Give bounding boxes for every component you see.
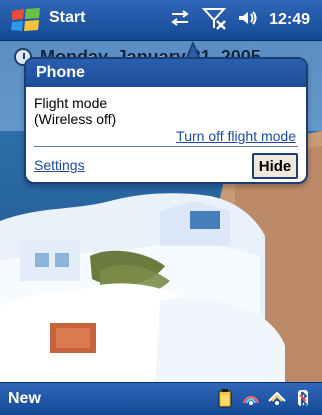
popup-pointer-fill [188,45,198,57]
popup-divider [34,146,298,147]
start-icon[interactable] [10,8,42,32]
status-area: 12:49 [169,7,310,33]
popup-title: Phone [26,59,306,87]
settings-link[interactable]: Settings [34,157,85,173]
hide-button[interactable]: Hide [252,153,298,179]
system-tray [214,387,314,409]
volume-icon[interactable] [237,8,259,33]
start-label[interactable]: Start [49,9,85,27]
clock-time[interactable]: 12:49 [269,11,310,29]
flight-mode-line: Flight mode [34,95,108,111]
turn-off-flight-mode-link[interactable]: Turn off flight mode [176,128,296,144]
wifi-icon[interactable] [266,387,288,409]
bluetooth-icon[interactable] [292,387,314,409]
battery-icon[interactable] [214,387,236,409]
sync-icon[interactable] [169,8,191,33]
top-navigation-bar: Start 12:49 [0,0,322,41]
flight-mode-message: Flight mode (Wireless off) [34,95,116,127]
connectivity-icon[interactable] [240,387,262,409]
wireless-off-line: (Wireless off) [34,111,117,127]
new-button[interactable]: New [8,390,41,408]
phone-notification-popup: Phone Flight mode (Wireless off) Turn of… [24,57,308,184]
bottom-command-bar: New [0,382,322,415]
signal-off-icon[interactable] [201,6,227,35]
